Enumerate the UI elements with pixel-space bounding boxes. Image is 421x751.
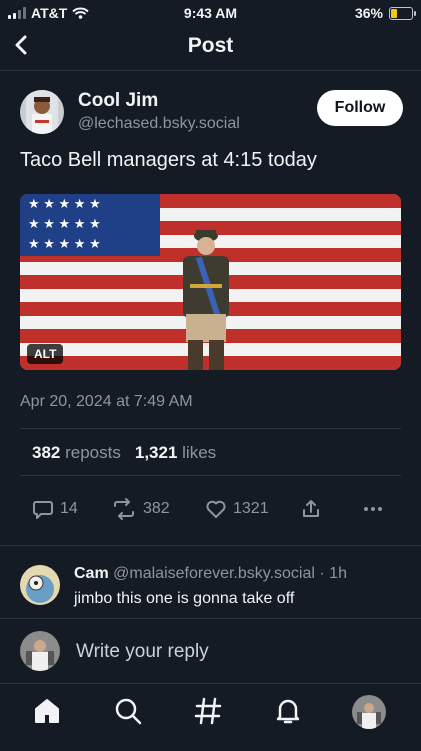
top-nav: Post: [0, 24, 421, 71]
feeds-tab[interactable]: [192, 695, 224, 727]
profile-tab[interactable]: [352, 695, 386, 729]
reply-text: jimbo this one is gonna take off: [74, 590, 295, 607]
post-image[interactable]: ★ ★ ★ ★ ★ ★ ★ ★ ★ ★ ★ ★ ★ ★ ★: [20, 194, 401, 370]
home-icon: [35, 699, 59, 723]
hashtag-icon: [194, 697, 222, 725]
alt-badge[interactable]: ALT: [27, 344, 64, 364]
notifications-tab[interactable]: [272, 695, 304, 727]
battery-icon: [389, 6, 416, 20]
reply-avatar[interactable]: [20, 565, 60, 605]
engagement-stats: 382 reposts 1,321 likes: [32, 443, 216, 463]
more-button[interactable]: [362, 498, 384, 520]
author-name[interactable]: Cool Jim: [78, 90, 158, 112]
divider: [20, 475, 401, 476]
follow-button[interactable]: Follow: [317, 90, 403, 126]
bottom-tab-bar: [0, 683, 421, 751]
svg-text:★ ★ ★ ★ ★: ★ ★ ★ ★ ★: [28, 196, 101, 211]
page-title: Post: [187, 34, 234, 57]
status-bar: AT&T 9:43 AM 36%: [0, 0, 421, 24]
search-tab[interactable]: [112, 695, 144, 727]
ellipsis-icon: [364, 507, 382, 511]
like-count: 1321: [233, 500, 269, 517]
author-avatar[interactable]: [20, 90, 64, 134]
reply-handle[interactable]: @malaiseforever.bsky.social: [113, 565, 315, 582]
post-actions: 14 382 1321: [0, 498, 421, 524]
notifications-icon: [276, 699, 300, 724]
repost-count: 382: [143, 500, 170, 517]
comment-icon: [33, 501, 53, 519]
battery-percent: 36%: [354, 5, 383, 21]
share-icon: [303, 500, 319, 517]
like-button[interactable]: 1321: [205, 498, 269, 520]
reposts-stat[interactable]: 382 reposts: [32, 443, 121, 463]
status-right: 36%: [354, 5, 416, 21]
repost-icon: [114, 498, 134, 520]
reply-author[interactable]: Cam: [74, 565, 109, 582]
my-avatar: [20, 631, 60, 671]
repost-button[interactable]: 382: [111, 498, 170, 520]
home-tab[interactable]: [31, 695, 63, 727]
svg-text:★ ★ ★ ★ ★: ★ ★ ★ ★ ★: [28, 236, 101, 251]
post-text: Taco Bell managers at 4:15 today: [20, 149, 317, 171]
reply-time: · 1h: [319, 565, 347, 582]
reply-input[interactable]: Write your reply: [76, 641, 209, 663]
heart-icon: [206, 500, 226, 518]
divider: [0, 545, 421, 546]
profile-avatar: [352, 695, 386, 729]
divider: [0, 618, 421, 619]
search-icon: [115, 698, 142, 725]
likes-stat[interactable]: 1,321 likes: [135, 443, 216, 463]
svg-text:★ ★ ★ ★ ★: ★ ★ ★ ★ ★: [28, 216, 101, 231]
reply-button[interactable]: 14: [32, 498, 78, 520]
author-handle[interactable]: @lechased.bsky.social: [78, 115, 240, 133]
reply-count: 14: [60, 500, 78, 517]
divider: [20, 428, 401, 429]
reply-header: Cam @malaiseforever.bsky.social · 1h: [74, 565, 347, 583]
post-timestamp: Apr 20, 2024 at 7:49 AM: [20, 393, 193, 410]
share-button[interactable]: [300, 498, 322, 520]
